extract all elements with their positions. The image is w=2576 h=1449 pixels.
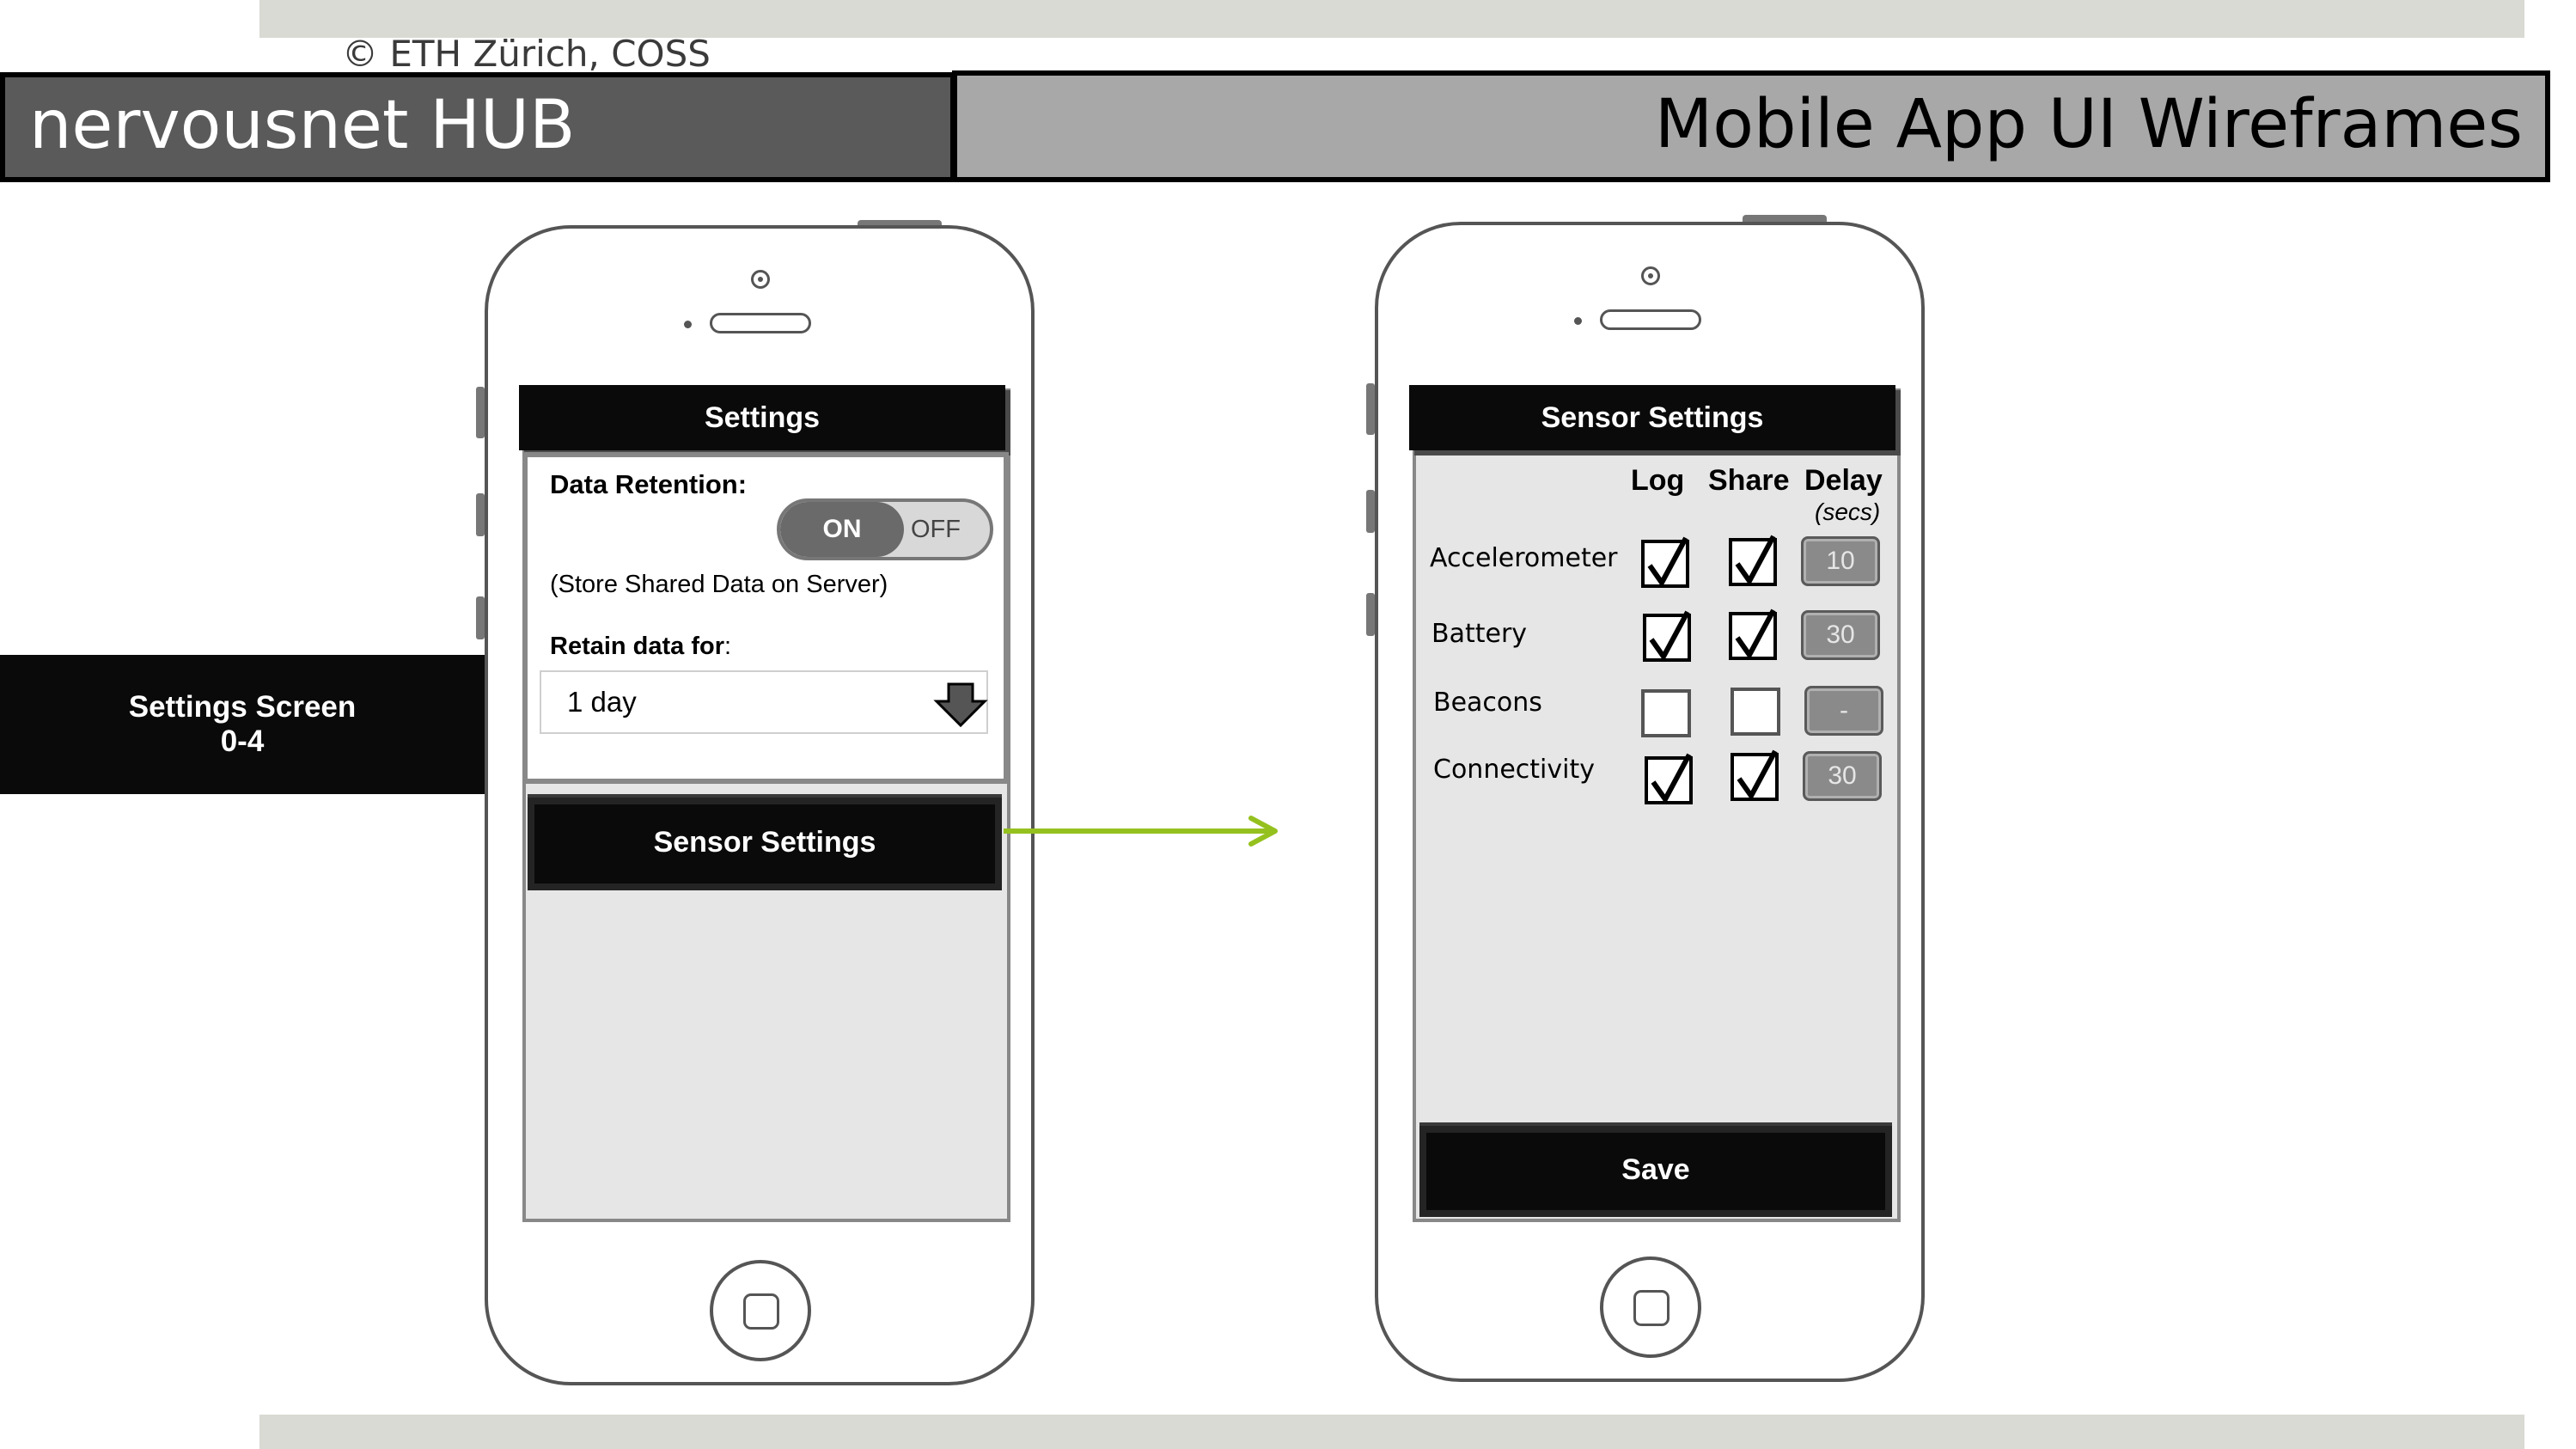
log-checkbox-battery[interactable] — [1643, 610, 1691, 662]
copyright-text: © ETH Zürich, COSS — [342, 33, 711, 75]
log-checkbox-accelerometer[interactable] — [1641, 536, 1689, 588]
home-square-icon — [743, 1293, 779, 1330]
volume-up-button-2 — [1366, 490, 1375, 533]
front-camera-2 — [1641, 266, 1660, 285]
volume-up-button — [476, 493, 485, 536]
toggle-on-label: ON — [780, 502, 904, 557]
volume-down-button — [476, 596, 485, 639]
checkmark-icon — [1649, 610, 1690, 662]
screen-label-name: Settings Screen — [128, 690, 357, 724]
sensor-settings-header: Sensor Settings — [1409, 385, 1895, 450]
sensor-row-label: Battery — [1431, 619, 1528, 649]
earpiece-speaker-2 — [1600, 309, 1701, 330]
home-button-2[interactable] — [1600, 1256, 1701, 1358]
log-column-header: Log — [1631, 464, 1685, 497]
front-camera — [751, 270, 770, 289]
checkmark-icon — [1735, 608, 1776, 660]
checkmark-icon — [1647, 536, 1688, 588]
retain-label-text: Retain data for — [550, 633, 725, 660]
share-checkbox-battery[interactable] — [1729, 608, 1777, 660]
retain-label-colon: : — [724, 633, 732, 660]
sensor-row-label: Connectivity — [1433, 755, 1595, 785]
home-square-icon-2 — [1633, 1290, 1670, 1326]
checkmark-icon — [1737, 749, 1778, 801]
mute-switch — [476, 387, 485, 438]
settings-header: Settings — [519, 385, 1005, 450]
checkmark-icon — [1735, 535, 1776, 586]
delay-button-battery[interactable]: 30 — [1801, 610, 1880, 660]
sensor-row-label: Accelerometer — [1430, 543, 1618, 573]
sensor-dot-2 — [1574, 317, 1582, 325]
data-retention-toggle[interactable]: ON OFF — [777, 498, 993, 560]
checkmark-icon — [1651, 753, 1692, 804]
sensor-row-label: Beacons — [1433, 688, 1542, 718]
mute-switch-2 — [1366, 383, 1375, 435]
volume-down-button-2 — [1366, 593, 1375, 636]
delay-button-connectivity[interactable]: 30 — [1803, 751, 1882, 801]
share-checkbox-beacons[interactable] — [1731, 688, 1780, 736]
home-button[interactable] — [710, 1260, 811, 1361]
retention-dropdown[interactable]: 1 day — [540, 670, 988, 734]
share-column-header: Share — [1708, 464, 1790, 497]
delay-button-beacons[interactable]: - — [1804, 686, 1883, 736]
retention-value: 1 day — [567, 686, 637, 718]
delay-unit: (secs) — [1815, 498, 1881, 525]
sensor-settings-button[interactable]: Sensor Settings — [528, 794, 1002, 890]
bottom-band — [259, 1415, 2524, 1449]
screen-label: Settings Screen 0-4 — [0, 655, 485, 794]
app-title: nervousnet HUB — [0, 72, 955, 182]
flow-arrow-line — [1004, 828, 1270, 834]
data-retention-label: Data Retention: — [550, 469, 748, 499]
earpiece-speaker — [710, 313, 811, 333]
share-checkbox-connectivity[interactable] — [1731, 749, 1779, 801]
arrow-down-icon — [933, 682, 988, 728]
doc-title: Mobile App UI Wireframes — [952, 70, 2550, 182]
share-checkbox-accelerometer[interactable] — [1729, 535, 1777, 586]
sensor-dot — [684, 321, 692, 328]
log-checkbox-connectivity[interactable] — [1645, 753, 1693, 804]
save-button[interactable]: Save — [1419, 1122, 1892, 1217]
store-note: (Store Shared Data on Server) — [550, 571, 888, 598]
screen-label-number: 0-4 — [220, 724, 265, 758]
delay-button-accelerometer[interactable]: 10 — [1801, 536, 1880, 586]
delay-column-header: Delay — [1804, 464, 1883, 497]
retain-label: Retain data for: — [550, 633, 731, 661]
toggle-off-label: OFF — [911, 516, 961, 543]
flow-arrow-head-icon — [1248, 816, 1278, 847]
log-checkbox-beacons[interactable] — [1641, 689, 1691, 737]
